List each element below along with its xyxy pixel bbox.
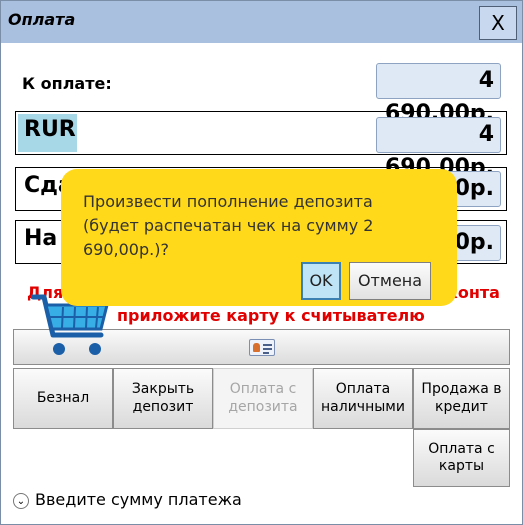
to-pay-label: К оплате: — [22, 74, 112, 93]
currency-code: RUR — [24, 117, 76, 142]
close-deposit-button[interactable]: Закрыть депозит — [113, 368, 213, 429]
card-payment-button[interactable]: Оплата с карты — [413, 429, 510, 487]
cash-payment-button[interactable]: Оплата наличными — [313, 368, 413, 429]
title-bar: Оплата X — [1, 1, 522, 43]
deposit-row-label: На — [24, 226, 58, 251]
ok-button[interactable]: OK — [301, 262, 341, 300]
credit-sale-button[interactable]: Продажа в кредит — [413, 368, 510, 429]
to-pay-amount: 4 690,00р. — [376, 63, 501, 126]
amount-hint-text: Введите сумму платежа — [35, 490, 242, 509]
pay-from-deposit-button[interactable]: Оплата с депозита — [213, 368, 313, 429]
id-card-icon — [249, 339, 275, 356]
notice-line2: приложите карту к считывателю — [117, 306, 425, 325]
window-title: Оплата — [8, 10, 76, 29]
deposit-confirm-dialog: Произвести пополнение депозита (будет ра… — [61, 169, 457, 306]
chevron-down-icon: ⌄ — [13, 493, 29, 509]
beznal-button[interactable]: Безнал — [13, 368, 113, 429]
amount-hint[interactable]: ⌄ Введите сумму платежа — [13, 490, 242, 509]
payment-window: Оплата X К оплате: 4 690,00р. RUR 4 690,… — [0, 0, 523, 525]
cancel-button[interactable]: Отмена — [349, 262, 431, 300]
dialog-message: Произвести пополнение депозита (будет ра… — [83, 192, 374, 259]
currency-amount[interactable]: 4 690,00р. — [376, 117, 501, 180]
close-button[interactable]: X — [479, 6, 517, 40]
